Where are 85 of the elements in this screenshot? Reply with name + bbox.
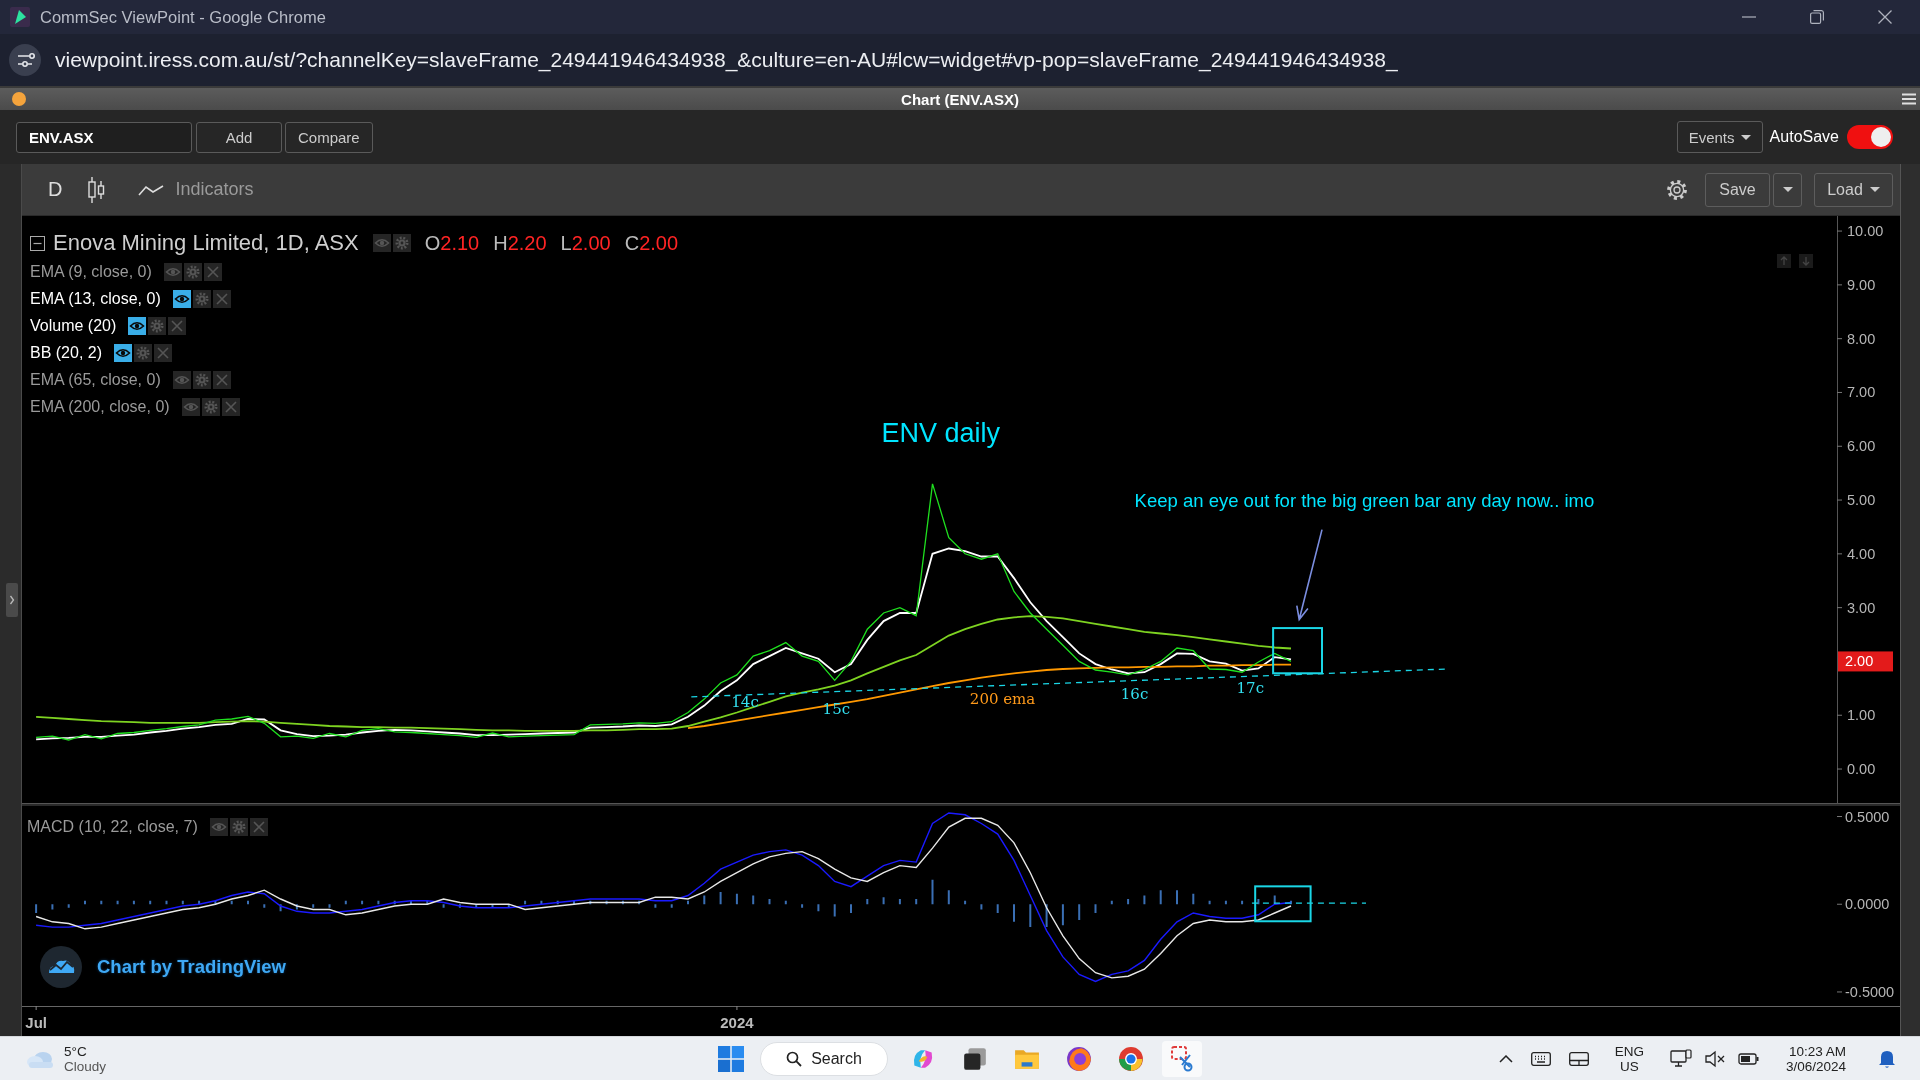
cloud-logo-icon [40, 946, 82, 988]
price-axis-label: 4.00 [1847, 545, 1876, 562]
autosave-label: AutoSave [1769, 128, 1839, 146]
price-axis-label: 1.00 [1847, 707, 1876, 724]
price-axis-label: 0.00 [1847, 761, 1876, 778]
price-axis-label: 3.00 [1847, 599, 1876, 616]
touchpad-icon[interactable] [1568, 1051, 1589, 1066]
annotation-note: Keep an eye out for the big green bar any day now.. imo [1134, 489, 1595, 511]
indicator-label: EMA (65, close, 0) [30, 371, 161, 389]
attribution-link[interactable]: Chart by TradingView [97, 956, 286, 978]
toolbar-button[interactable]: Add [196, 121, 282, 153]
overlapping-squares-icon[interactable] [962, 1045, 988, 1072]
chevron-up-icon[interactable] [1498, 1054, 1513, 1063]
price-axis-label: 10.00 [1847, 223, 1884, 240]
weather-temperature: 5°C [64, 1043, 88, 1059]
price-axis-label: 7.00 [1847, 384, 1876, 401]
input-language[interactable]: ENG [1614, 1043, 1644, 1059]
weather-condition: Cloudy [64, 1058, 107, 1074]
ohlc-reading: O2.10 [424, 231, 480, 255]
caret-icon [1782, 187, 1793, 192]
price-axis-label: 5.00 [1847, 492, 1876, 509]
search-icon [786, 1050, 803, 1067]
time-axis-label: 2024 [720, 1013, 754, 1031]
macd-axis-label: 0.5000 [1845, 808, 1890, 825]
restore-icon[interactable] [1810, 10, 1824, 24]
indicator-label: MACD (10, 22, close, 7) [27, 818, 198, 836]
indicator-label: Volume (20) [30, 317, 117, 335]
macd-axis-label: 0.0000 [1845, 896, 1890, 913]
segmented-circle-icon[interactable] [1118, 1045, 1144, 1072]
four-squares-icon[interactable] [718, 1045, 744, 1072]
ringed-circle-icon[interactable] [1066, 1045, 1092, 1072]
annotation-label: 14c [731, 693, 759, 712]
eye-icon[interactable] [114, 344, 133, 362]
caret-icon [1740, 134, 1751, 140]
ohlc-reading: L2.00 [560, 231, 611, 255]
indicator-label: EMA (13, close, 0) [30, 290, 161, 308]
ohlc-reading: H2.20 [493, 231, 547, 255]
keyboard-icon[interactable] [1530, 1051, 1551, 1066]
price-axis-label: 8.00 [1847, 330, 1876, 347]
indicator-label: EMA (9, close, 0) [30, 263, 152, 281]
monitor-icon[interactable] [1669, 1048, 1692, 1069]
bell-icon[interactable] [1878, 1048, 1896, 1069]
keyboard-region[interactable]: US [1619, 1058, 1639, 1074]
annotation-label: 200 ema [969, 690, 1036, 709]
widget-title: Chart (ENV.ASX) [901, 90, 1019, 108]
clock-time[interactable]: 10:23 AM [1788, 1043, 1846, 1059]
search-button[interactable]: Search [760, 1041, 888, 1076]
window-title: CommSec ViewPoint - Google Chrome [40, 7, 326, 27]
chevron-right-icon[interactable] [6, 583, 18, 617]
annotation-label: 15c [822, 699, 851, 718]
close-icon[interactable] [1878, 10, 1892, 24]
clock-date[interactable]: 3/06/2024 [1785, 1058, 1846, 1074]
collapse-icon[interactable] [30, 235, 45, 251]
menu-icon[interactable] [1902, 93, 1916, 105]
sliders-icon[interactable] [9, 44, 41, 76]
indicator-label: BB (20, 2) [30, 344, 103, 362]
ohlc-reading: C2.00 [624, 231, 679, 255]
annotation-label: 16c [1120, 684, 1149, 703]
dot-icon [12, 92, 26, 106]
toolbar-button[interactable]: Compare [285, 121, 373, 153]
symbol-title: Enova Mining Limited, 1D, ASX [53, 230, 359, 256]
events-button[interactable]: Events [1676, 121, 1763, 153]
chart-title-text: ENV daily [881, 417, 1000, 448]
macd-axis-label: -0.5000 [1845, 983, 1895, 1000]
scissors-icon[interactable] [1162, 1040, 1202, 1077]
load-button[interactable]: Load [1814, 172, 1893, 207]
autosave-toggle[interactable] [1847, 125, 1893, 149]
price-axis-label: 6.00 [1847, 438, 1876, 455]
indicators-button[interactable]: Indicators [130, 172, 262, 207]
interval-button[interactable]: D [40, 172, 71, 207]
candlestick-icon[interactable] [88, 176, 107, 203]
settings-icon[interactable] [1665, 177, 1689, 202]
save-options-button[interactable] [1773, 172, 1802, 207]
app-icon [10, 7, 30, 27]
speaker-muted-icon[interactable] [1703, 1048, 1726, 1069]
save-button[interactable]: Save [1705, 172, 1770, 207]
annotation-label: 17c [1236, 679, 1265, 698]
wave-icon [138, 183, 165, 196]
symbol-field[interactable]: ENV.ASX [16, 121, 192, 153]
last-price-label: 2.00 [1838, 651, 1893, 672]
eye-icon[interactable] [128, 317, 147, 335]
indicator-label: EMA (200, close, 0) [30, 398, 170, 416]
time-axis-label: Jul [25, 1013, 47, 1031]
caret-icon [1869, 187, 1880, 192]
price-axis-label: 9.00 [1847, 276, 1876, 293]
